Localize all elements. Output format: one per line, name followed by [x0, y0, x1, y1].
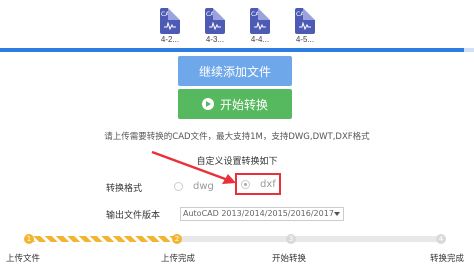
file-item[interactable]: CAD 4-2...: [150, 8, 190, 48]
file-type-tag: CAD: [161, 11, 174, 18]
format-label: 转换格式: [106, 184, 143, 194]
upload-hint: 请上传需要转换的CAD文件，最大支持1M，支持DWG,DWT,DXF格式: [104, 132, 370, 142]
file-name: 4-4...: [250, 35, 270, 44]
upload-progress-remaining: [464, 48, 474, 52]
file-type-tag: CAD: [206, 11, 219, 18]
radio-dwg[interactable]: dwg: [174, 181, 214, 192]
file-type-tag: CAD: [251, 11, 264, 18]
cad-file-icon: CAD: [295, 8, 315, 34]
continue-add-files-button[interactable]: 继续添加文件: [178, 56, 292, 86]
play-icon: [201, 98, 214, 110]
step-node-4: 4: [436, 234, 446, 244]
step-label-start-convert: 开始转换: [272, 254, 307, 264]
radio-dxf-label: dxf: [260, 179, 276, 190]
file-name: 4-2...: [160, 35, 180, 44]
start-convert-label: 开始转换: [219, 97, 268, 112]
step-node-1: 1: [24, 234, 34, 244]
start-convert-button[interactable]: 开始转换: [178, 89, 292, 119]
cad-file-icon: CAD: [250, 8, 270, 34]
cad-file-icon: CAD: [160, 8, 180, 34]
chevron-down-icon: [334, 212, 340, 216]
step-label-convert-done: 转换完成: [430, 254, 465, 264]
radio-circle[interactable]: [174, 182, 183, 191]
version-select[interactable]: AutoCAD 2013/2014/2015/2016/2017: [180, 207, 344, 221]
step-node-2: 2: [172, 234, 182, 244]
steps-progress-fill: [28, 236, 180, 242]
step-node-3: 3: [286, 234, 296, 244]
radio-dwg-label: dwg: [193, 181, 214, 192]
file-item[interactable]: CAD 4-5...: [285, 8, 325, 48]
upload-progress-bar: [0, 48, 474, 52]
file-strip: CAD 4-2... CAD 4-3... CAD 4-4... CAD 4-5…: [0, 0, 474, 48]
version-select-value: AutoCAD 2013/2014/2015/2016/2017: [183, 209, 334, 218]
file-name: 4-5...: [295, 35, 315, 44]
step-label-upload: 上传文件: [6, 254, 41, 264]
version-label: 输出文件版本: [106, 211, 161, 221]
file-name: 4-3...: [205, 35, 225, 44]
continue-add-files-label: 继续添加文件: [198, 64, 271, 79]
file-item[interactable]: CAD 4-4...: [240, 8, 280, 48]
file-item[interactable]: CAD 4-3...: [195, 8, 235, 48]
cad-file-icon: CAD: [205, 8, 225, 34]
radio-circle-selected[interactable]: [241, 180, 250, 189]
radio-dxf[interactable]: dxf: [241, 179, 276, 190]
file-type-tag: CAD: [296, 11, 309, 18]
steps-track: [28, 236, 442, 242]
step-label-upload-done: 上传完成: [161, 254, 196, 264]
